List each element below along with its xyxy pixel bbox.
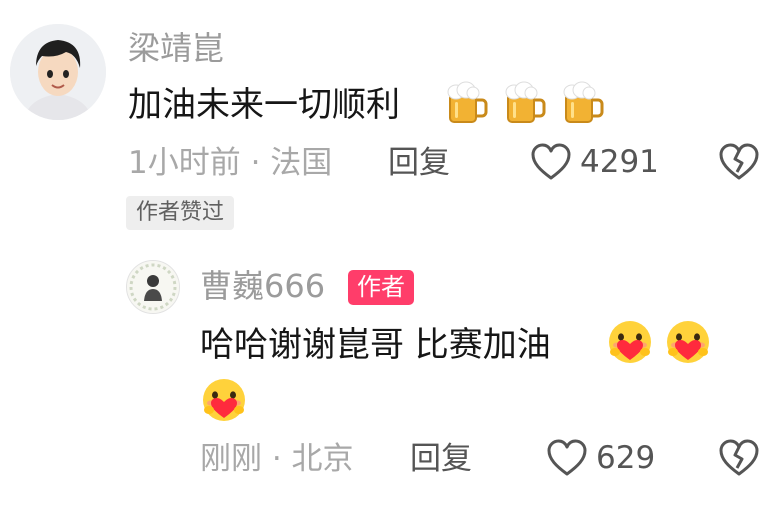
- heart-icon: [547, 439, 587, 476]
- beer-mug-icon: [500, 80, 548, 128]
- beer-mug-icon: [558, 80, 606, 128]
- comment-thread: 梁靖崑 加油未来一切顺利 1小时前 · 法国 回复 4291 作者赞过 曹巍66…: [0, 0, 783, 507]
- like-button[interactable]: 629: [546, 438, 655, 478]
- reply-button[interactable]: 回复: [388, 148, 450, 179]
- comment-meta: 1小时前 · 法国: [128, 145, 333, 181]
- reply-button[interactable]: 回复: [410, 444, 472, 475]
- broken-heart-icon: [719, 439, 759, 476]
- broken-heart-icon: [719, 143, 759, 180]
- dislike-button[interactable]: [718, 142, 760, 186]
- heart-hug-emoji-icon: [200, 376, 248, 424]
- beer-mug-icon: [442, 80, 490, 128]
- avatar[interactable]: [10, 24, 106, 120]
- like-count: 629: [596, 439, 656, 476]
- heart-icon: [531, 143, 571, 180]
- reply-meta: 刚刚 · 北京: [200, 441, 354, 477]
- reply-username[interactable]: 曹巍666: [200, 270, 325, 302]
- person-photo-icon: [127, 261, 179, 313]
- heart-hug-emoji-icon: [664, 318, 712, 366]
- cartoon-avatar-icon: [10, 24, 106, 120]
- dislike-button[interactable]: [718, 438, 760, 482]
- comment-username[interactable]: 梁靖崑: [128, 32, 224, 64]
- comment-text: 加油未来一切顺利: [128, 85, 400, 125]
- reply-avatar[interactable]: [126, 260, 180, 314]
- reply-text: 哈哈谢谢崑哥 比赛加油: [200, 325, 551, 365]
- author-badge: 作者: [348, 270, 414, 305]
- author-liked-chip: 作者赞过: [126, 196, 235, 230]
- heart-hug-emoji-icon: [606, 318, 654, 366]
- like-count: 4291: [580, 143, 659, 180]
- like-button[interactable]: 4291: [530, 142, 659, 182]
